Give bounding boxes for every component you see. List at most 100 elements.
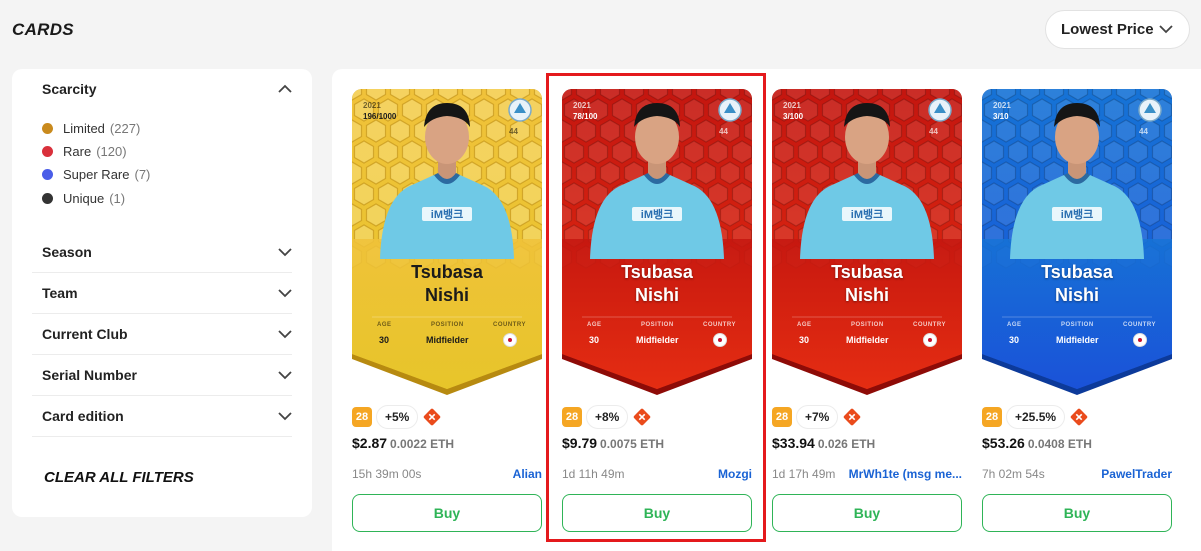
clear-all-filters-button[interactable]: CLEAR ALL FILTERS (44, 469, 194, 486)
scarcity-title: Scarcity (42, 81, 97, 97)
player-age: 30 (379, 335, 390, 345)
seller-link[interactable]: Mozgi (718, 467, 752, 481)
player-first-name: Tsubasa (621, 262, 693, 282)
age-label: AGE (587, 322, 602, 328)
level-badge: 28 (772, 407, 792, 427)
card-badges: 28 +25.5% (982, 405, 1089, 429)
sort-dropdown[interactable]: Lowest Price (1045, 10, 1190, 49)
divider (32, 313, 292, 314)
player-last-name: Nishi (844, 285, 889, 305)
chevron-down-icon (278, 371, 292, 380)
rarity-count: (227) (109, 121, 141, 136)
player-last-name: Nishi (1054, 285, 1099, 305)
age-label: AGE (1007, 322, 1022, 328)
country-label: COUNTRY (703, 322, 736, 328)
age-label: AGE (377, 322, 392, 328)
player-age: 30 (799, 335, 810, 345)
rarity-count: (120) (96, 144, 127, 159)
seller-link[interactable]: Alian (513, 467, 542, 481)
divider (32, 354, 292, 355)
card-artwork[interactable]: iM뱅크 2021 3/100 44 Tsubasa Nishi AGE POSITION CO… (772, 89, 962, 395)
unique-dot-icon (42, 193, 53, 204)
player-age: 30 (589, 335, 600, 345)
card-shirt-number: 44 (509, 127, 518, 136)
bonus-badge: +7% (796, 405, 839, 429)
rarity-option-unique[interactable]: Unique (1) (42, 191, 125, 206)
position-label: POSITION (851, 322, 884, 328)
player-first-name: Tsubasa (411, 262, 483, 282)
card-season: 2021 (783, 101, 801, 110)
card-artwork[interactable]: iM뱅크 2021 196/1000 44 Tsubasa Nishi AGE POSITIO… (352, 89, 542, 395)
section-label: Card edition (42, 408, 124, 424)
card-season: 2021 (573, 101, 591, 110)
country-label: COUNTRY (913, 322, 946, 328)
rarity-option-rare[interactable]: Rare (120) (42, 144, 127, 159)
buy-button[interactable]: Buy (772, 494, 962, 532)
current-club-filter-header[interactable]: Current Club (42, 326, 292, 342)
filter-sidebar: Scarcity Limited (227) Rare (120) Super … (12, 69, 312, 517)
buy-button[interactable]: Buy (982, 494, 1172, 532)
section-label: Season (42, 244, 92, 260)
buy-button[interactable]: Buy (562, 494, 752, 532)
price-usd: $2.87 (352, 435, 388, 451)
chevron-down-icon (278, 248, 292, 257)
player-last-name: Nishi (424, 285, 469, 305)
price-eth: 0.0022 ETH (390, 437, 455, 451)
scarcity-filter-header[interactable]: Scarcity (42, 81, 292, 97)
position-label: POSITION (431, 322, 464, 328)
card-serial-number: 3/10 (993, 112, 1009, 121)
rarity-option-super-rare[interactable]: Super Rare (7) (42, 167, 150, 182)
level-badge: 28 (982, 407, 1002, 427)
buy-button[interactable]: Buy (352, 494, 542, 532)
card-shirt-number: 44 (719, 127, 728, 136)
player-card-rare[interactable]: iM뱅크 2021 78/100 44 Tsubasa Nishi AGE POSITION C… (562, 69, 752, 551)
player-card-rare[interactable]: iM뱅크 2021 3/100 44 Tsubasa Nishi AGE POSITION CO… (772, 69, 962, 551)
player-last-name: Nishi (634, 285, 679, 305)
svg-text:iM뱅크: iM뱅크 (1061, 207, 1093, 221)
rarity-label: Limited (63, 121, 105, 136)
price-eth: 0.0408 ETH (1027, 437, 1092, 451)
section-label: Serial Number (42, 367, 137, 383)
divider (32, 436, 292, 437)
position-label: POSITION (641, 322, 674, 328)
card-serial-number: 78/100 (573, 112, 598, 121)
seller-link[interactable]: PawelTrader (1101, 467, 1172, 481)
limited-dot-icon (42, 123, 53, 134)
chevron-up-icon (278, 84, 292, 93)
player-card-super-rare[interactable]: iM뱅크 2021 3/10 44 Tsubasa Nishi AGE POSITION COU… (982, 69, 1172, 551)
price-eth: 0.026 ETH (817, 437, 876, 451)
rarity-count: (7) (134, 167, 151, 182)
price-eth: 0.0075 ETH (600, 437, 665, 451)
divider (32, 272, 292, 273)
section-label: Current Club (42, 326, 128, 342)
card-price: $53.26 0.0408 ETH (982, 435, 1092, 451)
time-remaining: 7h 02m 54s (982, 467, 1045, 481)
card-grid: iM뱅크 2021 196/1000 44 Tsubasa Nishi AGE POSITIO… (332, 69, 1201, 551)
team-filter-header[interactable]: Team (42, 285, 292, 301)
season-filter-header[interactable]: Season (42, 244, 292, 260)
bonus-badge: +25.5% (1006, 405, 1066, 429)
rarity-label: Super Rare (63, 167, 130, 182)
country-label: COUNTRY (1123, 322, 1156, 328)
card-serial-number: 196/1000 (363, 112, 397, 121)
age-label: AGE (797, 322, 812, 328)
card-artwork[interactable]: iM뱅크 2021 78/100 44 Tsubasa Nishi AGE POSITION C… (562, 89, 752, 395)
seller-link[interactable]: MrWh1te (msg me... (849, 467, 962, 481)
position-label: POSITION (1061, 322, 1094, 328)
svg-text:iM뱅크: iM뱅크 (431, 207, 463, 221)
section-label: Team (42, 285, 78, 301)
card-price: $9.79 0.0075 ETH (562, 435, 664, 451)
super-rare-dot-icon (42, 169, 53, 180)
svg-text:iM뱅크: iM뱅크 (851, 207, 883, 221)
japan-flag-icon (923, 333, 937, 347)
card-shirt-number: 44 (1139, 127, 1148, 136)
card-artwork[interactable]: iM뱅크 2021 3/10 44 Tsubasa Nishi AGE POSITION COU… (982, 89, 1172, 395)
rarity-option-limited[interactable]: Limited (227) (42, 121, 140, 136)
player-card-limited[interactable]: iM뱅크 2021 196/1000 44 Tsubasa Nishi AGE POSITIO… (352, 69, 542, 551)
cancel-diamond-icon (424, 408, 441, 426)
bonus-badge: +5% (376, 405, 419, 429)
card-season: 2021 (993, 101, 1011, 110)
price-usd: $9.79 (562, 435, 598, 451)
card-edition-filter-header[interactable]: Card edition (42, 408, 292, 424)
serial-number-filter-header[interactable]: Serial Number (42, 367, 292, 383)
